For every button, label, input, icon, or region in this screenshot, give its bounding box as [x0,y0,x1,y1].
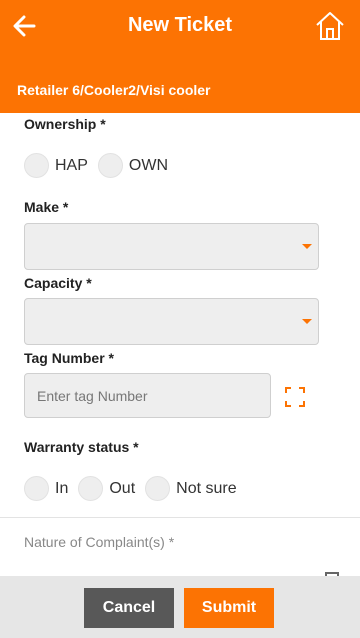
radio-circle[interactable] [145,476,171,501]
make-select[interactable] [24,223,319,270]
dropdown-caret-icon [302,319,312,324]
radio-circle[interactable] [97,153,123,178]
submit-button[interactable]: Submit [184,588,274,628]
warranty-radio-group: In Out Not sure [24,476,247,501]
dropdown-caret-icon [302,244,312,249]
radio-label: OWN [128,156,169,174]
make-label: Make * [24,199,69,215]
home-button[interactable] [314,10,346,42]
warranty-label: Warranty status * [24,439,139,455]
scan-icon [285,387,305,407]
cancel-button[interactable]: Cancel [84,588,174,628]
radio-label: In [55,479,69,497]
radio-label: Out [109,479,136,497]
radio-circle[interactable] [24,476,49,501]
ownership-radio-own[interactable]: OWN [97,153,169,178]
warranty-radio-not-sure[interactable]: Not sure [145,476,237,501]
ownership-radio-group: HAP OWN [24,153,178,178]
breadcrumb: Retailer 6/Cooler2/Visi cooler [17,82,211,98]
radio-label: HAP [55,156,88,174]
ownership-label: Ownership * [24,116,106,132]
warranty-radio-in[interactable]: In [24,476,68,501]
warranty-radio-out[interactable]: Out [78,476,135,501]
capacity-label: Capacity * [24,275,92,291]
radio-circle[interactable] [24,153,49,178]
ownership-radio-hap[interactable]: HAP [24,153,88,178]
capacity-select[interactable] [24,298,319,345]
tag-number-input[interactable] [24,373,271,418]
page-title: New Ticket [127,14,233,36]
scan-button[interactable] [284,386,306,408]
section-divider [0,517,360,518]
tag-number-label: Tag Number * [24,350,114,366]
complaint-label: Nature of Complaint(s) * [24,534,175,550]
home-icon [316,12,344,40]
ticket-form: Ownership * HAP OWN Make * Capacity * Ta… [0,113,360,518]
radio-label: Not sure [176,479,237,497]
action-bar: Cancel Submit [0,576,360,638]
app-bar: New Ticket Retailer 6/Cooler2/Visi coole… [0,0,360,113]
radio-circle[interactable] [78,476,104,501]
